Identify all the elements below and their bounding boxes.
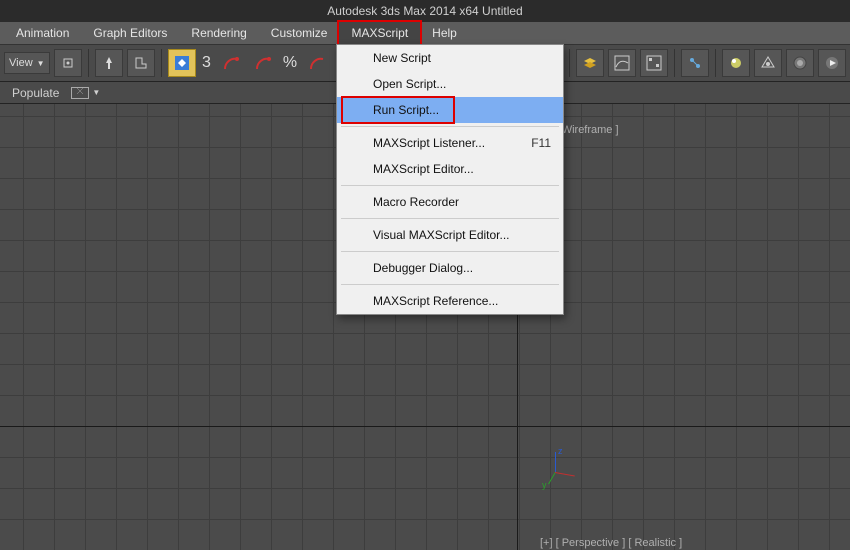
- menu-item-debugger-dialog[interactable]: Debugger Dialog...: [337, 255, 563, 281]
- menu-item-new-script[interactable]: New Script: [337, 45, 563, 71]
- layer-manager-button[interactable]: [576, 49, 604, 77]
- percent-label: %: [283, 54, 297, 72]
- spinner-snap-button[interactable]: [303, 49, 331, 77]
- percent-snap-toggle-button[interactable]: [249, 49, 277, 77]
- window-title: Autodesk 3ds Max 2014 x64 Untitled: [0, 0, 850, 22]
- menu-separator: [341, 126, 559, 127]
- dope-sheet-button[interactable]: [640, 49, 668, 77]
- reference-coord-dropdown[interactable]: View ▼: [4, 52, 50, 74]
- menu-maxscript-label: MAXScript: [351, 26, 408, 40]
- menu-separator: [341, 251, 559, 252]
- render-frame-button[interactable]: [786, 49, 814, 77]
- chevron-down-icon: ▼: [37, 59, 45, 68]
- menu-maxscript[interactable]: MAXScript: [339, 22, 420, 44]
- select-manipulate-button[interactable]: [95, 49, 123, 77]
- populate-tab[interactable]: Populate: [12, 86, 59, 100]
- menu-separator: [341, 284, 559, 285]
- reference-coord-label: View: [9, 57, 33, 69]
- menu-separator: [341, 185, 559, 186]
- render-button[interactable]: [818, 49, 846, 77]
- menu-item-maxscript-listener[interactable]: MAXScript Listener...F11: [337, 130, 563, 156]
- menu-customize[interactable]: Customize: [259, 22, 340, 44]
- menu-rendering[interactable]: Rendering: [179, 22, 258, 44]
- material-editor-button[interactable]: [722, 49, 750, 77]
- schematic-view-button[interactable]: [681, 49, 709, 77]
- menu-graph-editors[interactable]: Graph Editors: [81, 22, 179, 44]
- snaps-toggle-button[interactable]: [168, 49, 196, 77]
- menu-separator: [341, 218, 559, 219]
- menu-help[interactable]: Help: [420, 22, 469, 44]
- angle-snap-value: 3: [202, 54, 211, 72]
- menu-animation[interactable]: Animation: [4, 22, 81, 44]
- menu-item-open-script[interactable]: Open Script...: [337, 71, 563, 97]
- menu-item-maxscript-reference[interactable]: MAXScript Reference...: [337, 288, 563, 314]
- viewport-label-bottom-right[interactable]: [+] [ Perspective ] [ Realistic ]: [540, 537, 682, 549]
- use-pivot-center-button[interactable]: [54, 49, 82, 77]
- menubar: Animation Graph Editors Rendering Custom…: [0, 22, 850, 44]
- envelope-icon[interactable]: ▼: [71, 87, 100, 99]
- menu-item-run-script[interactable]: Run Script...: [337, 97, 563, 123]
- maxscript-dropdown-menu: New Script Open Script... Run Script... …: [336, 44, 564, 315]
- curve-editor-button[interactable]: [608, 49, 636, 77]
- keyboard-shortcut-override-button[interactable]: [127, 49, 155, 77]
- menu-item-visual-maxscript-editor[interactable]: Visual MAXScript Editor...: [337, 222, 563, 248]
- menu-item-macro-recorder[interactable]: Macro Recorder: [337, 189, 563, 215]
- angle-snap-toggle-button[interactable]: [217, 49, 245, 77]
- menu-item-maxscript-editor[interactable]: MAXScript Editor...: [337, 156, 563, 182]
- render-setup-button[interactable]: [754, 49, 782, 77]
- axis-gizmo-icon: z y: [546, 472, 566, 492]
